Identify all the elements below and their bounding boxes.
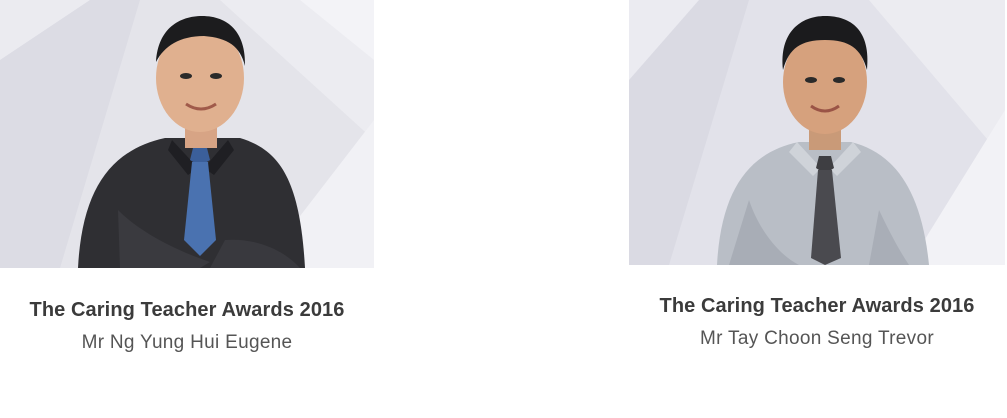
teacher-name: Mr Tay Choon Seng Trevor	[700, 328, 934, 349]
teacher-name: Mr Ng Yung Hui Eugene	[81, 332, 293, 353]
portrait-image	[629, 0, 1005, 265]
teacher-card-eugene: The Caring Teacher Awards 2016 Mr Ng Yun…	[0, 0, 374, 354]
portrait-image	[0, 0, 374, 268]
teacher-photo	[629, 0, 1005, 265]
award-title: The Caring Teacher Awards 2016	[29, 299, 345, 321]
teacher-photo	[0, 0, 374, 268]
teacher-card-trevor: The Caring Teacher Awards 2016 Mr Tay Ch…	[629, 0, 1005, 350]
award-title: The Caring Teacher Awards 2016	[659, 295, 975, 317]
